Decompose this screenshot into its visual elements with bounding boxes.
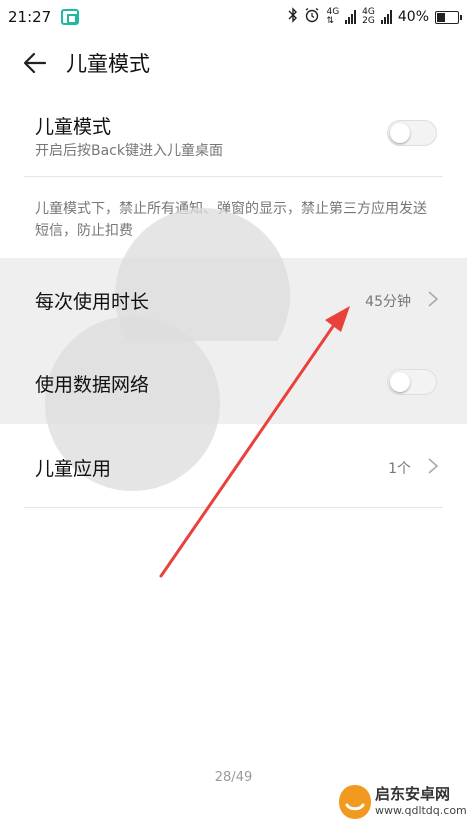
kids-mode-row: 儿童模式 开启后按Back键进入儿童桌面	[0, 100, 467, 176]
divider	[24, 176, 443, 177]
app-header: 儿童模式	[0, 34, 467, 92]
battery-icon	[435, 10, 462, 24]
bluetooth-icon	[288, 7, 298, 27]
toggle-knob	[390, 372, 410, 392]
usage-duration-row[interactable]: 每次使用时长 45分钟	[0, 208, 467, 383]
status-bar: 21:27 4G ⇅ 4G 2G 40%	[0, 0, 467, 34]
kids-apps-row[interactable]: 儿童应用 1个	[0, 424, 467, 507]
divider	[24, 507, 443, 508]
watermark-url: www.qdltdq.com	[375, 804, 467, 817]
signal-icon-1	[345, 10, 357, 24]
usage-duration-label: 每次使用时长	[35, 291, 150, 313]
watermark-text: 启东安卓网	[375, 785, 451, 803]
kids-mode-title: 儿童模式	[35, 116, 112, 138]
watermark-logo-icon	[339, 785, 371, 819]
toggle-knob	[390, 123, 410, 143]
mobile-data-row: 使用数据网络	[0, 316, 467, 491]
mobile-data-label: 使用数据网络	[35, 374, 150, 396]
kids-apps-value: 1个	[388, 461, 411, 477]
network-type-1: 4G ⇅	[326, 7, 340, 26]
kids-mode-note: 儿童模式下，禁止所有通知、弹窗的显示，禁止第三方应用发送短信，防止扣费	[35, 201, 427, 239]
battery-percent: 40%	[397, 9, 429, 25]
chevron-right-icon	[428, 291, 439, 307]
kids-mode-subtitle: 开启后按Back键进入儿童桌面	[35, 143, 223, 159]
back-arrow-icon[interactable]	[22, 50, 48, 76]
watermark: 启东安卓网 www.qdltdq.com	[335, 780, 467, 824]
status-time: 21:27	[8, 8, 52, 26]
network-type-2: 4G 2G	[362, 7, 375, 26]
kids-apps-label: 儿童应用	[35, 458, 112, 480]
mobile-data-toggle[interactable]	[387, 369, 437, 395]
chevron-right-icon	[428, 458, 439, 474]
alarm-icon	[304, 7, 320, 27]
screenshot-app-icon	[61, 9, 80, 25]
signal-icon-2	[380, 10, 392, 24]
usage-duration-value: 45分钟	[365, 294, 411, 310]
page-title: 儿童模式	[66, 52, 150, 76]
kids-mode-toggle[interactable]	[387, 120, 437, 146]
